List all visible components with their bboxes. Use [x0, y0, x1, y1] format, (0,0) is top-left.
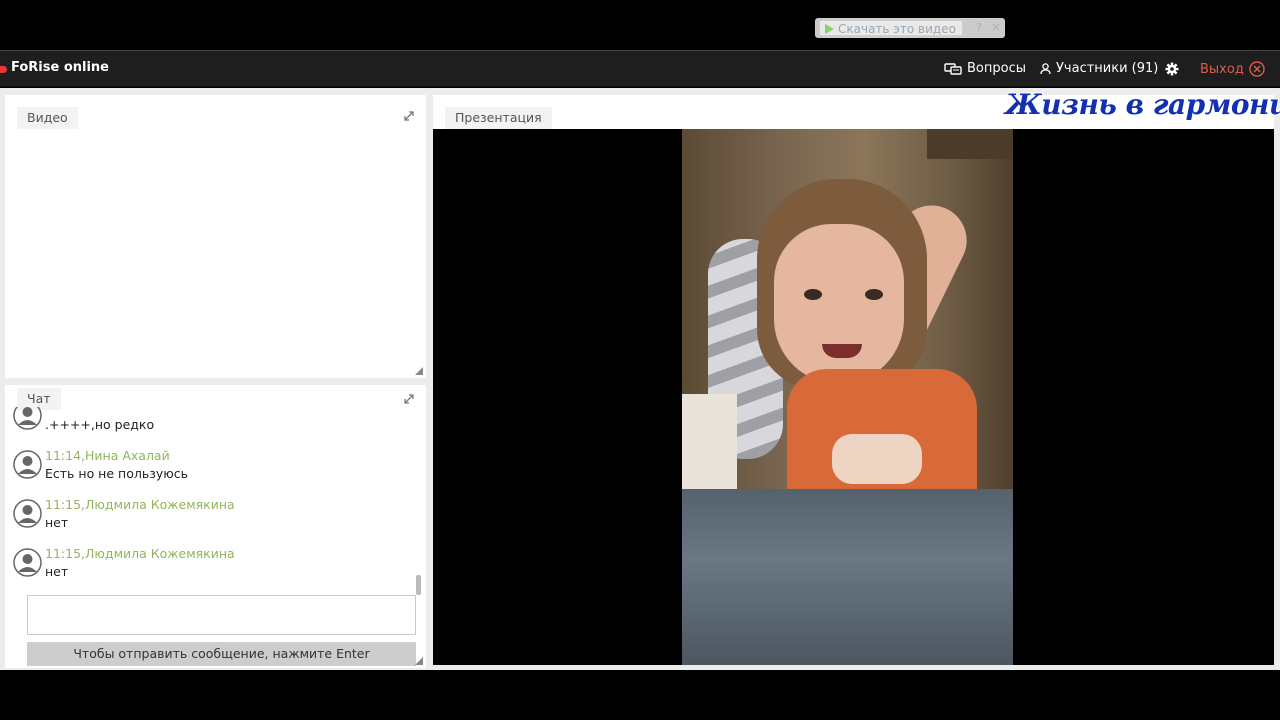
user-icon — [1040, 62, 1051, 74]
presentation-area[interactable] — [433, 129, 1274, 665]
chat-message: .++++,но редко — [9, 407, 409, 439]
message-text: .++++,но редко — [45, 417, 155, 432]
download-video-label: Скачать это видео — [838, 22, 956, 36]
close-icon[interactable]: × — [991, 20, 1001, 34]
avatar-icon — [13, 450, 42, 479]
settings-button[interactable] — [1165, 62, 1179, 76]
message-author: Людмила Кожемякина — [85, 497, 235, 512]
exit-label: Выход — [1200, 61, 1244, 77]
message-time: 11:15, — [45, 546, 85, 561]
chat-message-list[interactable]: .++++,но редко 11:14,Нина Ахалай Есть но… — [5, 407, 415, 587]
workspace: Видео Чат .++++,но редко 11:14,Нина Ахал… — [0, 88, 1280, 670]
channel-watermark: Жизнь в гармонии — [1005, 88, 1280, 121]
avatar-icon — [13, 499, 42, 528]
help-icon[interactable]: ? — [976, 21, 982, 34]
video-panel: Видео — [5, 95, 426, 378]
expand-icon[interactable] — [402, 392, 416, 406]
presentation-tab[interactable]: Презентация — [445, 107, 552, 129]
app-title: FoRise online — [11, 60, 110, 75]
top-bar: FoRise online Вопросы Участники (91) Вых… — [0, 50, 1280, 87]
resize-handle-icon[interactable] — [415, 367, 423, 375]
chat-panel: Чат .++++,но редко 11:14,Нина Ахалай Ест… — [5, 385, 426, 668]
video-frame[interactable] — [682, 129, 1013, 665]
message-time: 11:15, — [45, 497, 85, 512]
avatar-icon — [13, 407, 42, 430]
play-icon — [825, 24, 834, 34]
message-author: Людмила Кожемякина — [85, 546, 235, 561]
message-author: Нина Ахалай — [85, 448, 170, 463]
message-text: Есть но не пользуюсь — [45, 466, 189, 481]
gear-icon — [1165, 62, 1179, 76]
live-indicator — [0, 66, 7, 73]
participants-button[interactable]: Участники (91) — [1040, 61, 1158, 76]
download-video-button[interactable]: Скачать это видео — [819, 20, 963, 36]
resize-handle-icon[interactable] — [415, 657, 423, 665]
message-time: 11:14, — [45, 448, 85, 463]
chat-message: 11:14,Нина Ахалай Есть но не пользуюсь — [9, 448, 409, 488]
chat-message: 11:15,Людмила Кожемякина нет — [9, 546, 409, 586]
questions-button[interactable]: Вопросы — [944, 61, 1026, 76]
download-video-bar: Скачать это видео ? × — [815, 18, 1005, 38]
participants-label: Участники (91) — [1056, 61, 1159, 76]
message-text: нет — [45, 515, 69, 530]
screen: FoRise online Вопросы Участники (91) Вых… — [0, 0, 1280, 720]
chat-message: 11:15,Людмила Кожемякина нет — [9, 497, 409, 537]
chat-scrollbar[interactable] — [416, 575, 421, 595]
message-text: нет — [45, 564, 69, 579]
chat-message-input[interactable] — [27, 595, 416, 635]
avatar-icon — [13, 548, 42, 577]
expand-icon[interactable] — [402, 109, 416, 123]
close-circle-icon — [1249, 61, 1265, 77]
video-tab[interactable]: Видео — [17, 107, 78, 129]
exit-button[interactable]: Выход — [1200, 61, 1265, 77]
questions-label: Вопросы — [967, 61, 1026, 76]
chat-bubbles-icon — [944, 62, 962, 75]
send-hint-bar[interactable]: Чтобы отправить сообщение, нажмите Enter — [27, 642, 416, 666]
presentation-panel: Презентация — [433, 95, 1274, 665]
